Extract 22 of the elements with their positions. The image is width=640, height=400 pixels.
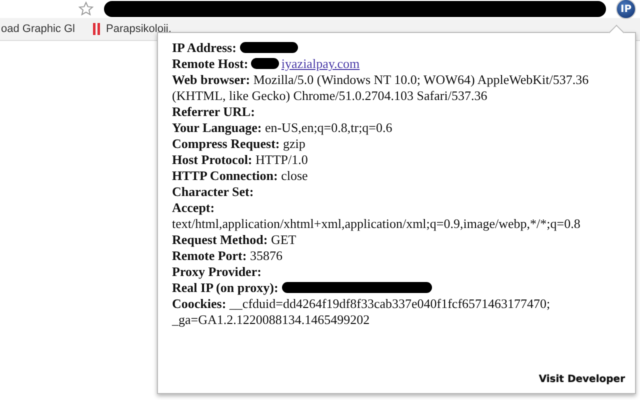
field-line: Host Protocol: HTTP/1.0: [172, 152, 309, 168]
bookmark-item[interactable]: Parapsikoloji,: [106, 23, 172, 35]
visit-developer-link[interactable]: Visit Developer: [538, 374, 625, 385]
field-line: Your Language: en-US,en;q=0.8,tr;q=0.6: [172, 120, 394, 136]
field-line: Compress Request: gzip: [172, 136, 306, 152]
field-label: Real IP (on proxy):: [172, 280, 278, 295]
field-line: Accept: text/html,application/xhtml+xml,application/xml;q=0.9,image/webp,*/*;q=0.8: [172, 200, 582, 232]
field-line: HTTP Connection: close: [172, 168, 309, 184]
field-label: Proxy Provider:: [172, 264, 262, 279]
field-line: Request Method: GET: [172, 232, 298, 248]
extension-button[interactable]: IP: [616, 0, 636, 19]
bookmark-favicon-icon: [92, 23, 100, 35]
field-line: Remote Port: 35876: [172, 248, 284, 264]
field-line: Coockies: __cfduid=dd4264f19df8f33cab337e040f1fcf6571463177470; _ga=GA1.2.1220088134.1465499202: [172, 296, 552, 328]
field-label: IP Address:: [172, 40, 236, 55]
host-link[interactable]: iyazialpay.com: [281, 56, 360, 71]
bookmark-star-icon[interactable]: [78, 1, 94, 17]
field-line: Web browser: Mozilla/5.0 (Windows NT 10.0; WOW64) AppleWebKit/537.36 (KHTML, like Gecko) Chrome/51.0.2704.103 Safari/537.36: [172, 72, 590, 104]
bookmark-item[interactable]: oad Graphic Gl: [1, 23, 75, 35]
field-label: Character Set:: [172, 184, 254, 199]
field-label: Referrer URL:: [172, 104, 255, 119]
field-label: Remote Host:: [172, 56, 248, 71]
